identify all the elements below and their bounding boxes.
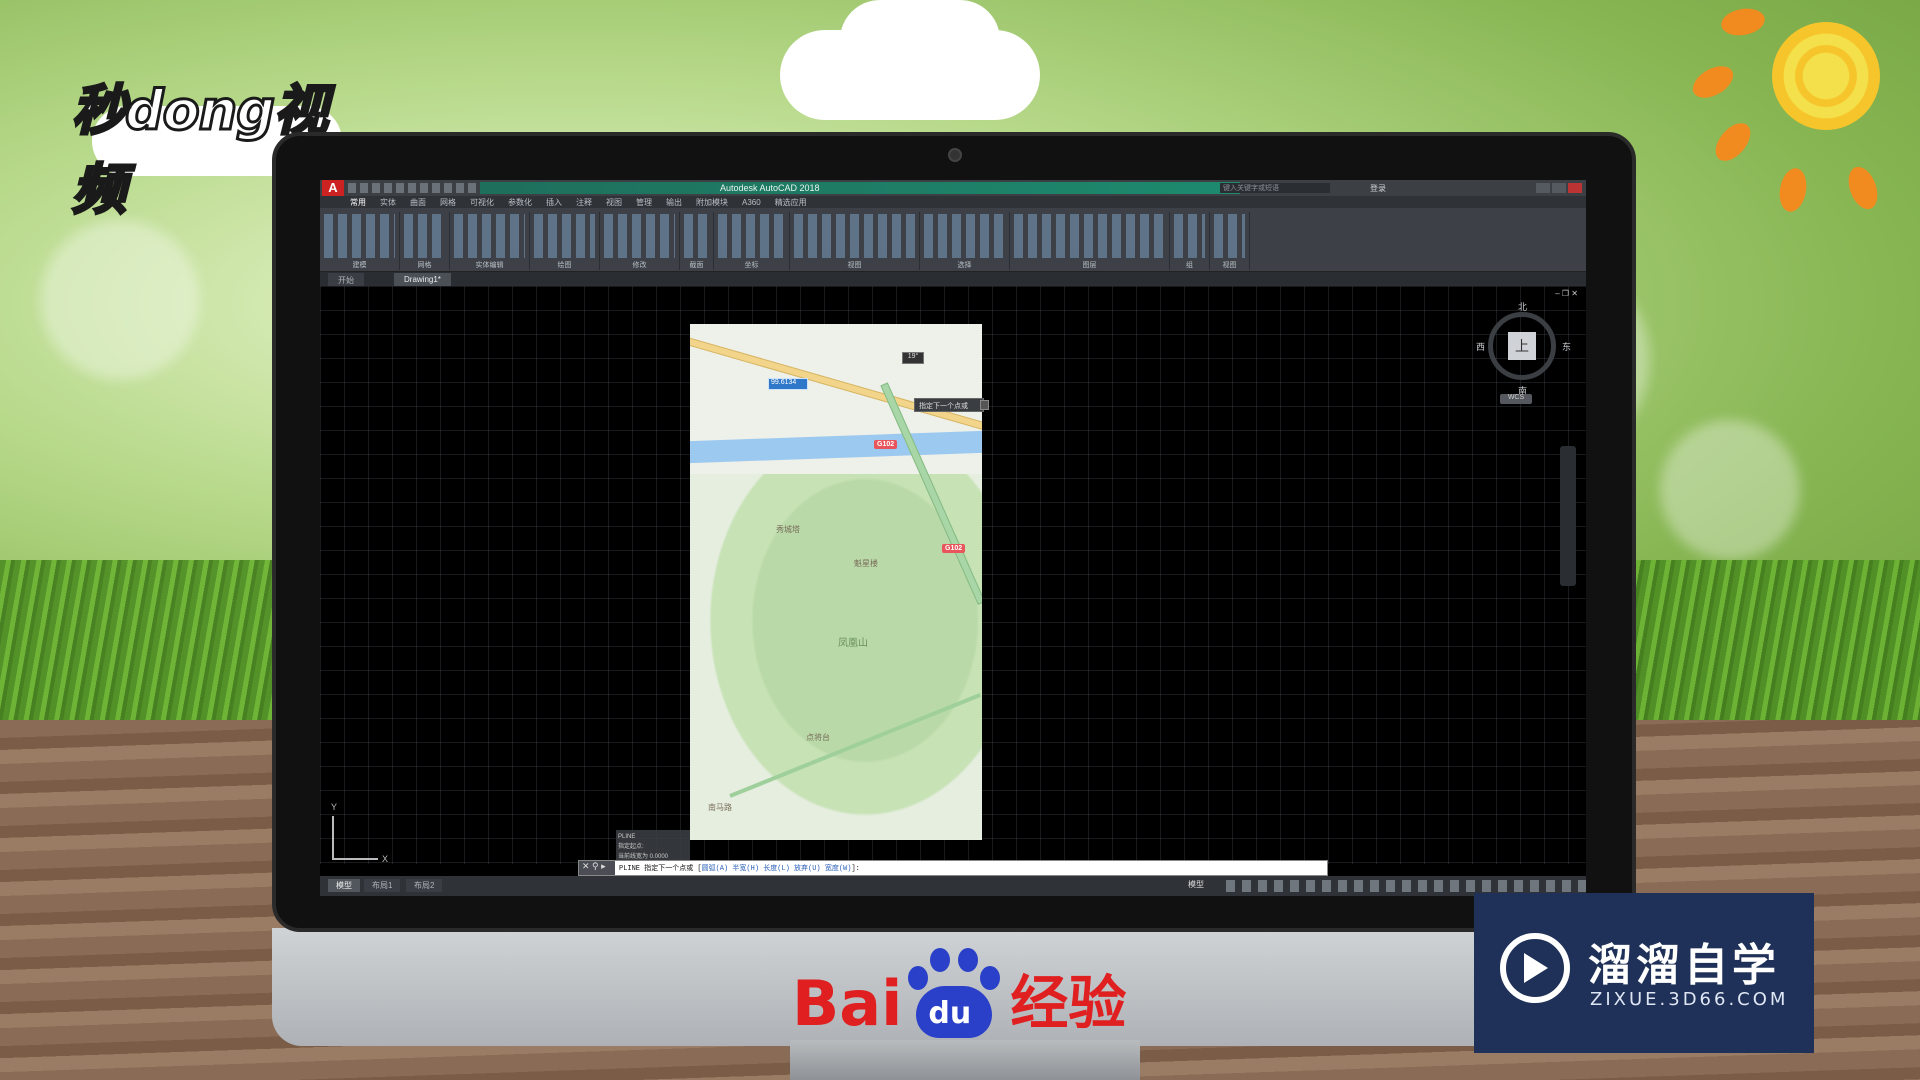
ucs-x-label: X [381, 854, 388, 864]
tab-featured-apps[interactable]: 精选应用 [775, 197, 807, 208]
ribbon-group-draw[interactable]: 绘图 [530, 212, 600, 270]
command-tooltip-text: 指定下一个点或 [919, 403, 968, 410]
viewcube[interactable]: 上 北 南 东 西 [1476, 302, 1571, 396]
map-poi: 凤凰山 [838, 638, 868, 649]
baidu-paw-text: du [928, 996, 972, 1031]
baidu-jingyan-logo: Bai du 经验 [792, 940, 1126, 1040]
tooltip-dropdown-button[interactable] [980, 400, 989, 410]
tab-addins[interactable]: 附加模块 [696, 197, 728, 208]
command-suffix: ]: [851, 865, 860, 873]
quick-access-toolbar[interactable] [348, 183, 478, 193]
title-bar: A Autodesk AutoCAD 2018 键入关键字或短语 登录 [320, 180, 1586, 196]
history-line: 指定起点: [618, 844, 644, 850]
ribbon-group-groups[interactable]: 组 [1170, 212, 1210, 270]
maximize-button[interactable] [1552, 183, 1566, 193]
ribbon-group-layers[interactable]: 图层 [1010, 212, 1170, 270]
compass-west[interactable]: 西 [1476, 340, 1485, 353]
ribbon-group-view-2[interactable]: 视图 [1210, 212, 1250, 270]
command-options[interactable]: 圆弧(A) 半宽(H) 长度(L) 放弃(U) 宽度(W) [702, 865, 852, 873]
cloud [840, 0, 1000, 80]
layout-tab-layout1[interactable]: 布局1 [364, 879, 401, 892]
file-tab-drawing1[interactable]: Drawing1* [394, 273, 451, 286]
webcam [948, 148, 962, 162]
search-input[interactable]: 键入关键字或短语 [1220, 183, 1330, 193]
tab-annotate[interactable]: 注释 [576, 197, 592, 208]
title-highlight [480, 182, 1240, 194]
ribbon-group-selection[interactable]: 选择 [920, 212, 1010, 270]
tab-output[interactable]: 输出 [666, 197, 682, 208]
map-river [690, 430, 982, 464]
map-poi: 秀城塔 [776, 525, 800, 534]
viewcube-top-face[interactable]: 上 [1508, 332, 1536, 360]
ribbon-panel: 建模 网格 实体编辑 绘图 修改 截面 坐标 视图 选择 图层 组 视图 [320, 208, 1586, 272]
file-tab-start[interactable]: 开始 [328, 273, 364, 286]
close-button[interactable] [1568, 183, 1582, 193]
ribbon-group-mesh[interactable]: 网格 [400, 212, 450, 270]
command-history: PLINE 指定起点: 当前线宽为 0.0000 [616, 830, 690, 864]
tab-manage[interactable]: 管理 [636, 197, 652, 208]
map-poi: 点将台 [806, 733, 830, 742]
baidu-paw-icon: du [904, 946, 1004, 1040]
ribbon-group-view[interactable]: 视图 [790, 212, 920, 270]
bokeh-light [40, 220, 200, 380]
drawing-canvas[interactable]: ‒ ❐ ✕ G102 G102 秀城塔 魁星楼 凤凰山 点将台 南马路 19° … [320, 286, 1586, 864]
play-icon [1524, 953, 1548, 983]
autocad-app-button[interactable]: A [322, 180, 344, 196]
tab-solid[interactable]: 实体 [380, 197, 396, 208]
wcs-menu[interactable]: WCS [1500, 394, 1532, 404]
status-bar: 模型 布局1 布局2 模型 [320, 876, 1586, 896]
history-line: PLINE [618, 834, 636, 840]
window-title: Autodesk AutoCAD 2018 [720, 183, 820, 193]
ucs-y-label: Y [331, 802, 338, 812]
map-highway-shield: G102 [942, 544, 966, 553]
status-toggle-icons[interactable] [1226, 880, 1586, 892]
ribbon-group-coordinates[interactable]: 坐标 [714, 212, 790, 270]
baidu-logo-text: Bai [792, 967, 903, 1040]
file-tab-bar: 开始 Drawing1* [320, 272, 1586, 286]
ribbon-group-solid-edit[interactable]: 实体编辑 [450, 212, 530, 270]
tab-view[interactable]: 视图 [606, 197, 622, 208]
map-highway-shield: G102 [874, 440, 898, 449]
minimize-button[interactable] [1536, 183, 1550, 193]
command-line[interactable]: ✕ ⚲ ▸ PLINE 指定下一个点或 [圆弧(A) 半宽(H) 长度(L) 放… [578, 860, 1328, 876]
sun-icon [1772, 22, 1880, 130]
login-button[interactable]: 登录 [1370, 183, 1386, 194]
layout-tab-layout2[interactable]: 布局2 [406, 879, 443, 892]
compass-north[interactable]: 北 [1518, 300, 1527, 313]
ucs-icon: Y X [331, 802, 388, 864]
angle-readout: 19° [902, 352, 924, 364]
tab-mesh[interactable]: 网格 [440, 197, 456, 208]
zixue-url: ZIXUE.3D66.COM [1590, 989, 1789, 1010]
tab-visualize[interactable]: 可视化 [470, 197, 494, 208]
map-poi: 魁星楼 [854, 559, 878, 568]
miaodong-logo: 秒dong视频 [71, 66, 362, 223]
bokeh-light [1660, 420, 1800, 560]
map-road [690, 332, 982, 434]
autocad-window: A Autodesk AutoCAD 2018 键入关键字或短语 登录 常用 实… [320, 180, 1586, 896]
tab-parametric[interactable]: 参数化 [508, 197, 532, 208]
tab-insert[interactable]: 插入 [546, 197, 562, 208]
command-prompt: PLINE 指定下一个点或 [ [619, 865, 702, 873]
tab-a360[interactable]: A360 [742, 198, 761, 207]
command-line-text[interactable]: PLINE 指定下一个点或 [圆弧(A) 半宽(H) 长度(L) 放弃(U) 宽… [619, 863, 860, 873]
zixue-name: 溜溜自学 [1588, 940, 1780, 991]
monitor-stand [790, 1040, 1140, 1080]
model-space-toggle[interactable]: 模型 [1188, 879, 1204, 890]
command-tooltip: 指定下一个点或 [914, 398, 989, 412]
zixue-logo: 溜溜自学 ZIXUE.3D66.COM [1474, 893, 1814, 1053]
viewport-controls[interactable]: ‒ ❐ ✕ [1555, 289, 1578, 298]
navigation-bar[interactable] [1560, 446, 1576, 586]
ribbon-group-modify[interactable]: 修改 [600, 212, 680, 270]
tab-home[interactable]: 常用 [350, 197, 366, 208]
ribbon-group-modeling[interactable]: 建模 [320, 212, 400, 270]
ribbon-tabs: 常用 实体 曲面 网格 可视化 参数化 插入 注释 视图 管理 输出 附加模块 … [320, 196, 1586, 208]
command-line-controls[interactable]: ✕ ⚲ ▸ [579, 861, 615, 875]
layout-tab-model[interactable]: 模型 [328, 879, 360, 892]
jingyan-text: 经验 [1010, 969, 1127, 1037]
ribbon-group-section[interactable]: 截面 [680, 212, 714, 270]
dynamic-input-field[interactable]: 99.6134 [768, 378, 808, 390]
compass-east[interactable]: 东 [1562, 340, 1571, 353]
map-poi: 南马路 [708, 803, 732, 812]
tab-surface[interactable]: 曲面 [410, 197, 426, 208]
